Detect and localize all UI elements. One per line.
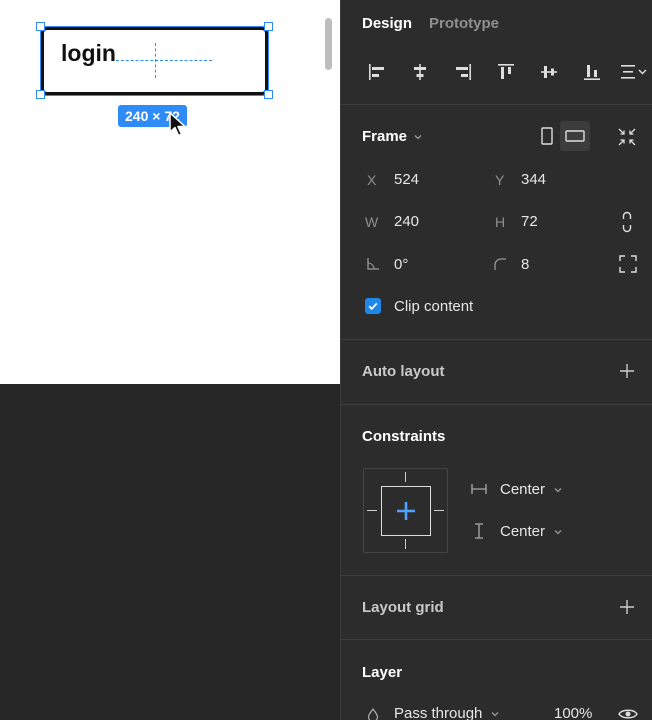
resize-handle-bottom-right[interactable]	[264, 90, 273, 99]
constraint-inner-box	[381, 486, 431, 536]
horizontal-constraint-icon	[471, 484, 487, 494]
clip-content-checkbox[interactable]	[365, 298, 381, 314]
align-bottom-icon	[584, 65, 600, 80]
landscape-icon	[565, 130, 585, 142]
align-right-icon	[456, 64, 471, 80]
independent-corners-icon[interactable]	[619, 255, 637, 273]
section-divider	[341, 104, 652, 105]
height-input[interactable]: 72	[521, 213, 538, 230]
horizontal-constraint-dropdown[interactable]: Center	[500, 481, 563, 498]
section-divider	[341, 404, 652, 405]
section-divider	[341, 339, 652, 340]
landscape-orientation-button[interactable]	[560, 121, 590, 151]
layer-controls: Pass through 100%	[365, 705, 645, 720]
blend-mode-dropdown[interactable]: Pass through	[394, 705, 500, 720]
x-label: X	[367, 172, 377, 188]
x-input[interactable]: 524	[394, 171, 419, 188]
align-top-icon	[498, 64, 514, 79]
center-guide-horizontal	[116, 60, 212, 61]
constraint-bottom-tick[interactable]	[405, 539, 406, 549]
alignment-toolbar	[361, 58, 651, 86]
align-top-button[interactable]	[490, 58, 522, 86]
resize-handle-bottom-left[interactable]	[36, 90, 45, 99]
resize-to-fit-icon[interactable]	[617, 127, 637, 147]
layout-grid-title: Layout grid	[362, 599, 444, 616]
panel-tabs: Design Prototype	[362, 15, 499, 32]
portrait-icon	[541, 127, 553, 145]
w-label: W	[365, 214, 379, 230]
constraints-title: Constraints	[362, 428, 446, 445]
blend-mode-value: Pass through	[394, 705, 483, 720]
frame-section-title: Frame	[362, 128, 408, 145]
constrain-proportions-icon[interactable]	[621, 211, 633, 233]
horizontal-constraint-value: Center	[500, 481, 546, 498]
plus-icon	[620, 600, 634, 614]
portrait-orientation-button[interactable]	[532, 121, 562, 151]
align-horizontal-center-button[interactable]	[404, 58, 436, 86]
chevron-down-icon	[491, 711, 499, 716]
align-left-button[interactable]	[361, 58, 393, 86]
add-layout-grid-button[interactable]	[617, 597, 637, 617]
constraint-left-tick[interactable]	[367, 510, 377, 511]
h-label: H	[495, 214, 506, 230]
center-guide-vertical	[155, 43, 156, 78]
constraint-right-tick[interactable]	[434, 510, 444, 511]
clip-content-label[interactable]: Clip content	[394, 298, 473, 315]
tab-design[interactable]: Design	[362, 15, 412, 32]
align-left-icon	[369, 64, 384, 80]
plus-icon	[620, 364, 634, 378]
align-vertical-center-icon	[541, 66, 557, 78]
tab-prototype[interactable]: Prototype	[429, 15, 499, 32]
section-divider	[341, 575, 652, 576]
layer-title: Layer	[362, 664, 403, 681]
center-constraint-icon[interactable]	[396, 501, 416, 521]
rotation-input[interactable]: 0°	[394, 256, 408, 273]
chevron-down-icon	[554, 487, 562, 492]
checkmark-icon	[368, 302, 378, 311]
resize-handle-top-right[interactable]	[264, 22, 273, 31]
align-horizontal-center-icon	[414, 64, 426, 80]
rotation-icon	[367, 258, 379, 270]
y-input[interactable]: 344	[521, 171, 546, 188]
blend-mode-drop-icon	[367, 708, 379, 720]
y-label: Y	[495, 172, 505, 188]
align-vertical-center-button[interactable]	[533, 58, 565, 86]
canvas-scrollbar[interactable]	[325, 18, 332, 70]
properties-panel: Design Prototype Frame X 524 Y 344 W 240…	[340, 0, 652, 720]
align-bottom-button[interactable]	[576, 58, 608, 86]
section-divider	[341, 639, 652, 640]
add-auto-layout-button[interactable]	[617, 361, 637, 381]
vertical-constraint-dropdown[interactable]: Center	[500, 523, 563, 540]
layer-opacity-input[interactable]: 100%	[554, 705, 592, 720]
resize-handle-top-left[interactable]	[36, 22, 45, 31]
eye-icon[interactable]	[618, 707, 638, 720]
constraint-top-tick[interactable]	[405, 472, 406, 482]
corner-radius-icon	[494, 258, 506, 270]
frame-text-login[interactable]: login	[61, 40, 116, 66]
frame-type-dropdown[interactable]: Frame	[362, 128, 423, 145]
width-input[interactable]: 240	[394, 213, 419, 230]
distribute-menu-icon	[621, 65, 647, 79]
chevron-down-icon	[554, 529, 562, 534]
corner-radius-input[interactable]: 8	[521, 256, 529, 273]
vertical-constraint-value: Center	[500, 523, 546, 540]
align-right-button[interactable]	[447, 58, 479, 86]
vertical-constraint-icon	[475, 523, 483, 539]
chevron-down-icon	[414, 134, 422, 139]
constraints-widget[interactable]	[363, 468, 448, 553]
auto-layout-title: Auto layout	[362, 363, 445, 380]
distribute-menu-button[interactable]	[619, 58, 651, 86]
canvas[interactable]: login 240 × 72	[0, 0, 340, 720]
mouse-cursor-icon	[169, 112, 186, 137]
